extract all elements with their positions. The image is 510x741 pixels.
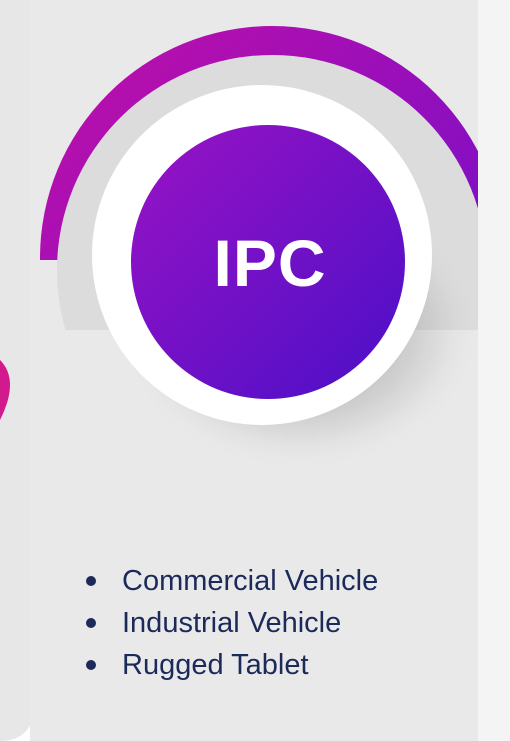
bullet-dot-icon [86,618,96,628]
list-item: Rugged Tablet [80,644,378,686]
bullet-dot-icon [86,576,96,586]
card-title: IPC [213,226,327,300]
list-item-label: Commercial Vehicle [122,565,379,597]
right-margin [478,0,510,741]
bullet-dot-icon [86,660,96,670]
list-item-label: Industrial Vehicle [122,607,342,639]
list-item-label: Rugged Tablet [122,649,309,681]
ipc-card: IPC Commercial Vehicle Industrial Vehicl… [0,0,510,741]
feature-list: Commercial Vehicle Industrial Vehicle Ru… [80,560,378,686]
list-item: Industrial Vehicle [80,602,378,644]
list-item: Commercial Vehicle [80,560,378,602]
